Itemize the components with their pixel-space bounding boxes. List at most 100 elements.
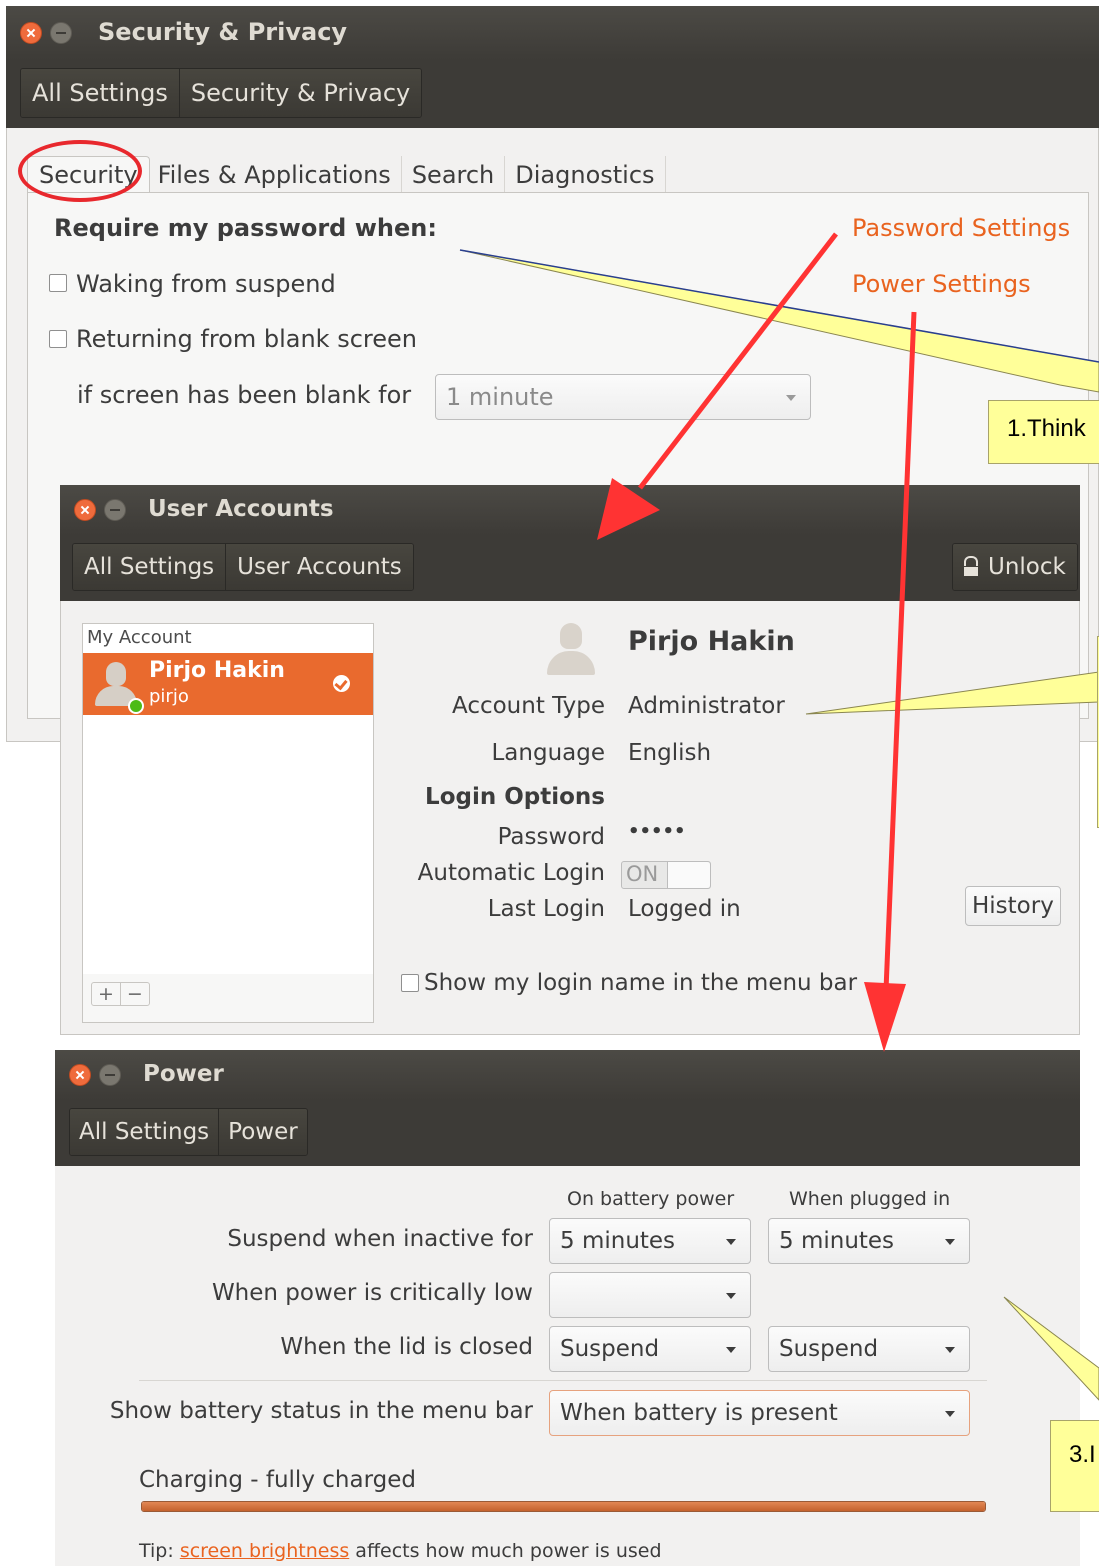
password-label: Password	[497, 824, 605, 850]
automatic-login-label: Automatic Login	[417, 860, 605, 886]
power-window: Power All Settings Power On battery powe…	[55, 1050, 1080, 1566]
lid-plugged-select[interactable]: Suspend	[768, 1326, 970, 1372]
battery-level-fill	[142, 1502, 985, 1511]
tip-prefix: Tip:	[139, 1540, 174, 1562]
language-label: Language	[491, 740, 605, 766]
chevron-down-icon	[945, 1239, 955, 1245]
chevron-down-icon	[726, 1347, 736, 1353]
breadcrumb: All Settings Power	[69, 1108, 308, 1156]
minimize-icon[interactable]	[50, 22, 72, 44]
tip-text: Tip: screen brightness affects how much …	[139, 1540, 662, 1562]
minimize-icon[interactable]	[99, 1064, 121, 1086]
breadcrumb: All Settings User Accounts	[72, 543, 414, 591]
chevron-down-icon	[786, 395, 796, 401]
window-title: Power	[143, 1061, 224, 1087]
breadcrumb-all-settings[interactable]: All Settings	[21, 69, 180, 117]
user-accounts-toolbar: All Settings User Accounts Unlock	[60, 535, 1080, 601]
avatar	[93, 660, 144, 714]
power-body: On battery power When plugged in Suspend…	[55, 1166, 1080, 1566]
require-password-heading: Require my password when:	[54, 214, 437, 242]
column-header-battery: On battery power	[567, 1188, 735, 1210]
power-toolbar: All Settings Power	[55, 1100, 1080, 1166]
lid-battery-select[interactable]: Suspend	[549, 1326, 751, 1372]
chevron-down-icon	[726, 1239, 736, 1245]
account-type-value[interactable]: Administrator	[628, 693, 785, 719]
automatic-login-toggle[interactable]: ON	[621, 861, 711, 889]
user-avatar-large	[547, 623, 595, 675]
lock-icon	[964, 556, 978, 566]
breadcrumb-security-privacy[interactable]: Security & Privacy	[179, 69, 422, 117]
last-login-label: Last Login	[487, 896, 605, 922]
battery-status-select[interactable]: When battery is present	[549, 1390, 970, 1436]
remove-user-button[interactable]: −	[121, 983, 149, 1005]
checkmark-icon	[333, 675, 350, 692]
close-icon[interactable]	[74, 499, 96, 521]
close-icon[interactable]	[20, 22, 42, 44]
breadcrumb-power[interactable]: Power	[219, 1109, 307, 1155]
user-name: Pirjo Hakin	[149, 658, 285, 683]
waking-from-suspend-checkbox[interactable]	[49, 274, 67, 292]
lock-icon-body	[964, 566, 978, 576]
tab-diagnostics[interactable]: Diagnostics	[505, 156, 666, 193]
critically-low-label: When power is critically low	[211, 1280, 533, 1306]
window-title: Security & Privacy	[98, 18, 348, 46]
battery-level-bar	[141, 1501, 986, 1512]
add-user-button[interactable]: +	[92, 983, 121, 1005]
suspend-battery-select[interactable]: 5 minutes	[549, 1218, 751, 1264]
add-remove-toolbar: + −	[82, 974, 374, 1023]
tab-search[interactable]: Search	[402, 156, 506, 193]
screen-brightness-link[interactable]: screen brightness	[180, 1540, 349, 1562]
window-title: User Accounts	[148, 496, 334, 522]
last-login-value: Logged in	[628, 896, 741, 922]
divider	[139, 1380, 987, 1381]
callout-1: 1.Think	[988, 400, 1099, 464]
blank-screen-label: if screen has been blank for	[77, 381, 412, 409]
user-list: My Account Pirjo Hakin pirjo	[82, 623, 374, 975]
show-login-name-label: Show my login name in the menu bar	[424, 970, 858, 996]
online-status-icon	[128, 698, 144, 714]
returning-from-blank-checkbox[interactable]	[49, 330, 67, 348]
blank-duration-select[interactable]: 1 minute	[435, 374, 811, 420]
chevron-down-icon	[945, 1411, 955, 1417]
list-header: My Account	[87, 627, 192, 648]
user-accounts-titlebar: User Accounts	[60, 485, 1080, 535]
toggle-knob	[667, 862, 710, 888]
unlock-button[interactable]: Unlock	[952, 543, 1078, 591]
security-toolbar: All Settings Security & Privacy	[6, 60, 1099, 128]
suspend-plugged-select[interactable]: 5 minutes	[768, 1218, 970, 1264]
power-titlebar: Power	[55, 1050, 1080, 1100]
breadcrumb-user-accounts[interactable]: User Accounts	[226, 544, 413, 590]
minimize-icon[interactable]	[104, 499, 126, 521]
language-value[interactable]: English	[628, 740, 711, 766]
chevron-down-icon	[945, 1347, 955, 1353]
close-icon[interactable]	[69, 1064, 91, 1086]
chevron-down-icon	[726, 1293, 736, 1299]
user-accounts-body: My Account Pirjo Hakin pirjo + − Pirjo H…	[60, 601, 1080, 1035]
security-titlebar: Security & Privacy	[6, 6, 1099, 60]
breadcrumb-all-settings[interactable]: All Settings	[70, 1109, 220, 1155]
lid-closed-label: When the lid is closed	[280, 1334, 533, 1360]
user-accounts-window: User Accounts All Settings User Accounts…	[60, 485, 1080, 1035]
column-header-plugged: When plugged in	[789, 1188, 951, 1210]
callout-3: 3.I	[1050, 1420, 1099, 1512]
history-button[interactable]: History	[965, 886, 1061, 926]
waking-from-suspend-label: Waking from suspend	[76, 270, 336, 298]
returning-from-blank-label: Returning from blank screen	[76, 325, 417, 353]
suspend-inactive-label: Suspend when inactive for	[227, 1226, 533, 1252]
power-settings-link[interactable]: Power Settings	[852, 270, 1031, 298]
password-value[interactable]: •••••	[628, 821, 686, 842]
breadcrumb: All Settings Security & Privacy	[20, 68, 423, 118]
user-list-item-selected[interactable]: Pirjo Hakin pirjo	[83, 653, 373, 715]
login-options-heading: Login Options	[425, 784, 605, 810]
user-login: pirjo	[149, 686, 189, 707]
tip-suffix: affects how much power is used	[355, 1540, 662, 1562]
password-settings-link[interactable]: Password Settings	[852, 214, 1070, 242]
account-type-label: Account Type	[451, 693, 605, 719]
show-login-name-checkbox[interactable]	[401, 974, 419, 992]
toggle-state: ON	[626, 862, 659, 886]
charging-status: Charging - fully charged	[139, 1467, 416, 1493]
critically-low-select[interactable]	[549, 1272, 751, 1318]
tab-files-applications[interactable]: Files & Applications	[150, 156, 402, 193]
battery-status-label: Show battery status in the menu bar	[109, 1398, 533, 1424]
breadcrumb-all-settings[interactable]: All Settings	[73, 544, 227, 590]
